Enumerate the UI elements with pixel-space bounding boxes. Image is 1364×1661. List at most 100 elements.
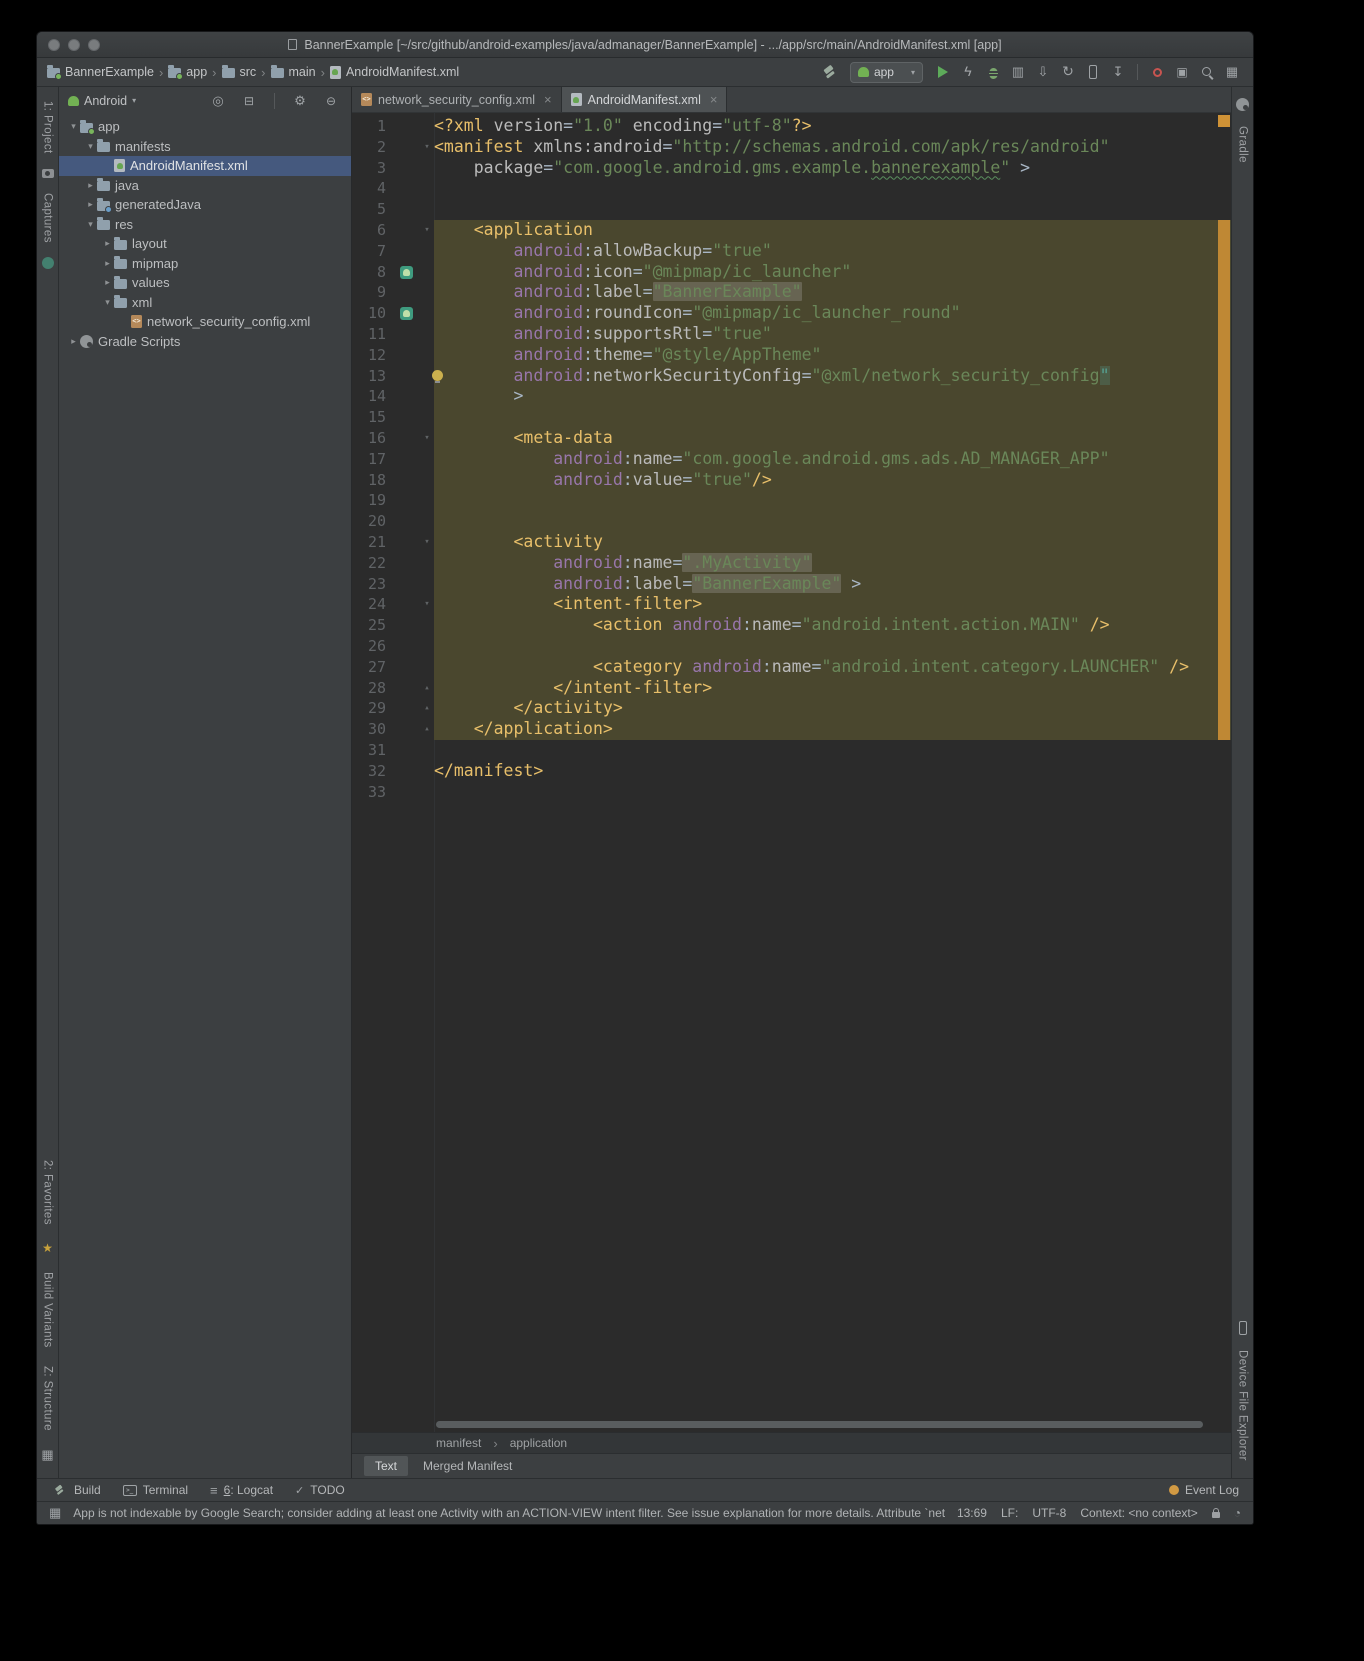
breadcrumb-item[interactable]: AndroidManifest.xml (330, 65, 459, 79)
launcher-preview-icon[interactable] (400, 307, 413, 320)
structure-grid-icon[interactable] (41, 1446, 53, 1464)
device-phone-icon[interactable] (1239, 1321, 1247, 1335)
error-stripe-mark[interactable] (1218, 115, 1230, 127)
collapse-all-button[interactable] (238, 90, 260, 111)
code-text[interactable]: <activity (434, 532, 1231, 553)
code-text[interactable]: <application (434, 220, 1231, 241)
code-text[interactable] (434, 782, 1231, 803)
logcat-toolwindow-button[interactable]: 6: Logcat (210, 1483, 273, 1498)
toolbtn-structure[interactable]: Z: Structure (41, 1366, 53, 1431)
title-bar[interactable]: BannerExample [~/src/github/android-exam… (37, 32, 1253, 58)
captures-icon[interactable] (42, 169, 54, 178)
code-text[interactable]: </activity> (434, 698, 1231, 719)
file-encoding[interactable]: UTF-8 (1032, 1506, 1066, 1520)
code-text[interactable]: <manifest xmlns:android="http://schemas.… (434, 137, 1231, 158)
tree-item-mipmap[interactable]: ▸mipmap (59, 254, 351, 274)
code-text[interactable]: <meta-data (434, 428, 1231, 449)
code-text[interactable]: </intent-filter> (434, 678, 1231, 699)
gradle-logo-icon[interactable] (1236, 98, 1249, 111)
code-text[interactable] (434, 490, 1231, 511)
tree-item-values[interactable]: ▸values (59, 273, 351, 293)
tree-item-network-security-config-xml[interactable]: network_security_config.xml (59, 312, 351, 332)
editor-breadcrumb-item[interactable]: application (510, 1436, 567, 1450)
tree-arrow-icon[interactable]: ▸ (84, 199, 97, 210)
minimize-window-button[interactable] (68, 39, 80, 51)
fold-marker-icon[interactable]: ▾ (420, 594, 434, 615)
memory-indicator-icon[interactable] (1234, 1506, 1241, 1520)
build-toolwindow-button[interactable]: Build (51, 1482, 101, 1498)
toolbtn-captures[interactable]: Captures (42, 193, 54, 243)
fold-marker-icon[interactable]: ▾ (420, 137, 434, 158)
intention-bulb-icon[interactable] (432, 370, 443, 381)
apply-changes-button[interactable] (957, 62, 979, 83)
editor-tab[interactable]: network_security_config.xml× (352, 87, 562, 112)
toolbtn-device-file-explorer[interactable]: Device File Explorer (1237, 1350, 1249, 1461)
zoom-window-button[interactable] (88, 39, 100, 51)
context-widget[interactable]: Context: <no context> (1080, 1506, 1197, 1520)
code-text[interactable]: <?xml version="1.0" encoding="utf-8"?> (434, 116, 1231, 137)
search-everywhere-button[interactable] (1196, 62, 1218, 83)
fold-marker-icon[interactable]: ▴ (420, 698, 434, 719)
tree-item-layout[interactable]: ▸layout (59, 234, 351, 254)
code-text[interactable]: package="com.google.android.gms.example.… (434, 158, 1231, 179)
breadcrumb-item[interactable]: main (271, 65, 316, 79)
profile-button[interactable] (1007, 62, 1029, 83)
code-text[interactable] (434, 740, 1231, 761)
tree-item-gradle-scripts[interactable]: ▸Gradle Scripts (59, 332, 351, 352)
scrollbar-highlight-marker[interactable] (1218, 220, 1230, 740)
fold-marker-icon[interactable]: ▴ (420, 678, 434, 699)
tree-item-xml[interactable]: ▾xml (59, 293, 351, 313)
tab-close-icon[interactable]: × (544, 92, 552, 107)
code-text[interactable] (434, 511, 1231, 532)
line-separator[interactable]: LF: (1001, 1506, 1018, 1520)
editor-tab[interactable]: AndroidManifest.xml× (562, 87, 728, 112)
hide-panel-button[interactable] (320, 90, 342, 111)
tree-arrow-icon[interactable]: ▾ (84, 219, 97, 230)
tab-close-icon[interactable]: × (710, 92, 718, 107)
readonly-lock-icon[interactable] (1212, 1512, 1220, 1518)
tree-arrow-icon[interactable]: ▸ (67, 336, 80, 347)
tree-item-res[interactable]: ▾res (59, 215, 351, 235)
tree-arrow-icon[interactable]: ▾ (101, 297, 114, 308)
code-text[interactable] (434, 636, 1231, 657)
tree-arrow-icon[interactable]: ▸ (101, 238, 114, 249)
run-button[interactable] (932, 62, 954, 83)
favorites-star-icon[interactable] (42, 1239, 53, 1257)
code-text[interactable]: </manifest> (434, 761, 1231, 782)
avd-manager-button[interactable] (1082, 62, 1104, 83)
code-text[interactable] (434, 199, 1231, 220)
todo-toolwindow-button[interactable]: TODO (295, 1483, 345, 1497)
code-text[interactable]: android:label="BannerExample" > (434, 574, 1231, 595)
code-text[interactable] (434, 178, 1231, 199)
code-text[interactable]: </application> (434, 719, 1231, 740)
toolbtn-favorites[interactable]: 2: Favorites (41, 1160, 53, 1225)
breadcrumb-item[interactable]: app (168, 65, 207, 79)
code-text[interactable]: android:name=".MyActivity" (434, 553, 1231, 574)
tree-arrow-icon[interactable]: ▸ (84, 180, 97, 191)
toolwindow-switcher-icon[interactable] (49, 1505, 61, 1521)
toolbtn-build-variants[interactable]: Build Variants (41, 1272, 53, 1348)
code-text[interactable]: android:label="BannerExample" (434, 282, 1231, 303)
code-text[interactable]: android:value="true"/> (434, 470, 1231, 491)
breadcrumb-item[interactable]: BannerExample (47, 65, 154, 79)
code-text[interactable]: android:roundIcon="@mipmap/ic_launcher_r… (434, 303, 1231, 324)
code-text[interactable]: <category android:name="android.intent.c… (434, 657, 1231, 678)
android-profiler-icon[interactable] (42, 257, 54, 269)
toolbtn-project[interactable]: 1: Project (42, 101, 54, 154)
toolwindow-grid-button[interactable] (1221, 62, 1243, 83)
tree-item-generatedjava[interactable]: ▸generatedJava (59, 195, 351, 215)
code-text[interactable]: android:theme="@style/AppTheme" (434, 345, 1231, 366)
fold-marker-icon[interactable]: ▾ (420, 220, 434, 241)
code-editor[interactable]: 1<?xml version="1.0" encoding="utf-8"?>2… (352, 113, 1231, 1432)
toolbtn-gradle[interactable]: Gradle (1237, 126, 1249, 163)
code-text[interactable]: android:name="com.google.android.gms.ads… (434, 449, 1231, 470)
caret-position[interactable]: 13:69 (957, 1506, 987, 1520)
breadcrumb-item[interactable]: src (222, 65, 257, 79)
sync-gradle-button[interactable] (1057, 62, 1079, 83)
tree-arrow-icon[interactable]: ▾ (84, 141, 97, 152)
tree-item-androidmanifest-xml[interactable]: AndroidManifest.xml (59, 156, 351, 176)
code-text[interactable] (434, 407, 1231, 428)
attach-debugger-button[interactable] (1032, 62, 1054, 83)
scroll-to-source-button[interactable] (207, 90, 229, 111)
tree-arrow-icon[interactable]: ▸ (101, 277, 114, 288)
